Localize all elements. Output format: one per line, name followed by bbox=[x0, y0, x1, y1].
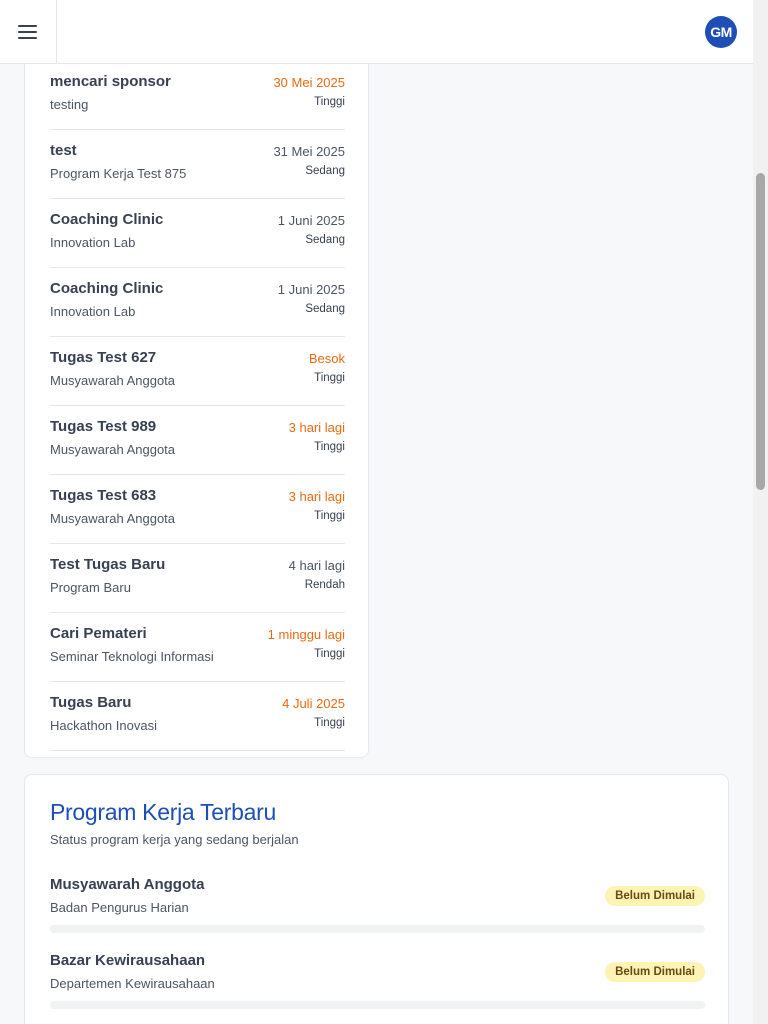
task-program: Hackathon Inovasi bbox=[50, 718, 157, 733]
task-due-date: 30 Mei 2025 bbox=[273, 75, 345, 90]
status-badge: Belum Dimulai bbox=[605, 962, 705, 982]
task-item[interactable]: Tugas Baru Hackathon Inovasi 4 Juli 2025… bbox=[50, 682, 345, 751]
task-program: testing bbox=[50, 97, 89, 112]
recent-programs-card: Program Kerja Terbaru Status program ker… bbox=[24, 774, 729, 1024]
task-title: mencari sponsor bbox=[50, 73, 171, 90]
task-title: Tugas Test 989 bbox=[50, 418, 157, 435]
task-due-date: 31 Mei 2025 bbox=[273, 144, 345, 159]
task-program: Innovation Lab bbox=[50, 235, 136, 250]
task-title: Tugas Test 627 bbox=[50, 349, 157, 366]
main-content: mencari sponsor testing 30 Mei 2025 Ting… bbox=[0, 0, 753, 1024]
task-title: Coaching Clinic bbox=[50, 280, 164, 297]
task-item[interactable]: Test Tugas Baru Program Baru 4 hari lagi… bbox=[50, 544, 345, 613]
task-due-date: Besok bbox=[308, 351, 345, 366]
task-due-date: 1 minggu lagi bbox=[267, 627, 345, 642]
task-title: Coaching Clinic bbox=[50, 211, 164, 228]
task-priority: Sedang bbox=[305, 234, 345, 246]
task-title: test bbox=[50, 142, 77, 159]
program-item[interactable]: Musyawarah Anggota Badan Pengurus Harian… bbox=[50, 876, 705, 936]
task-priority: Tinggi bbox=[314, 648, 345, 660]
task-program: Musyawarah Anggota bbox=[50, 511, 176, 526]
task-priority: Tinggi bbox=[314, 372, 345, 384]
vertical-scrollbar[interactable] bbox=[753, 0, 768, 1024]
menu-toggle-button[interactable] bbox=[0, 0, 57, 63]
task-due-date: 4 Juli 2025 bbox=[282, 696, 345, 711]
task-item[interactable]: mencari sponsor testing 30 Mei 2025 Ting… bbox=[50, 61, 345, 130]
task-program: Innovation Lab bbox=[50, 304, 136, 319]
program-department: Departemen Kewirausahaan bbox=[50, 976, 215, 991]
program-name: Musyawarah Anggota bbox=[50, 876, 205, 893]
task-priority: Tinggi bbox=[314, 717, 345, 729]
section-description: Status program kerja yang sedang berjala… bbox=[50, 832, 299, 847]
progress-bar bbox=[50, 1001, 705, 1009]
program-name: Bazar Kewirausahaan bbox=[50, 952, 206, 969]
scrollbar-thumb[interactable] bbox=[756, 173, 765, 490]
section-title: Program Kerja Terbaru bbox=[50, 799, 276, 825]
task-due-date: 1 Juni 2025 bbox=[277, 213, 345, 228]
task-priority: Tinggi bbox=[314, 441, 345, 453]
task-title: Tugas Test 683 bbox=[50, 487, 157, 504]
task-program: Program Kerja Test 875 bbox=[50, 166, 187, 181]
task-title: Tugas Baru bbox=[50, 694, 132, 711]
task-title: Test Tugas Baru bbox=[50, 556, 166, 573]
user-avatar[interactable]: GM bbox=[705, 16, 737, 48]
program-department: Badan Pengurus Harian bbox=[50, 900, 189, 915]
task-due-date: 4 hari lagi bbox=[288, 558, 345, 573]
task-priority: Sedang bbox=[305, 165, 345, 177]
task-due-date: 3 hari lagi bbox=[288, 420, 345, 435]
task-priority: Tinggi bbox=[314, 96, 345, 108]
task-program: Musyawarah Anggota bbox=[50, 373, 176, 388]
task-due-date: 3 hari lagi bbox=[288, 489, 345, 504]
task-due-date: 1 Juni 2025 bbox=[277, 282, 345, 297]
task-title: Cari Pemateri bbox=[50, 625, 147, 642]
hamburger-menu-icon bbox=[18, 24, 38, 40]
task-item[interactable]: Coaching Clinic Innovation Lab 1 Juni 20… bbox=[50, 199, 345, 268]
task-priority: Sedang bbox=[305, 303, 345, 315]
top-navbar: GM bbox=[0, 0, 753, 64]
task-program: Seminar Teknologi Informasi bbox=[50, 649, 214, 664]
task-item[interactable]: Cari Pemateri Seminar Teknologi Informas… bbox=[50, 613, 345, 682]
task-priority: Tinggi bbox=[314, 510, 345, 522]
task-list: mencari sponsor testing 30 Mei 2025 Ting… bbox=[50, 61, 345, 751]
task-item[interactable]: Coaching Clinic Innovation Lab 1 Juni 20… bbox=[50, 268, 345, 337]
upcoming-tasks-card: mencari sponsor testing 30 Mei 2025 Ting… bbox=[24, 24, 369, 758]
progress-bar bbox=[50, 925, 705, 933]
status-badge: Belum Dimulai bbox=[605, 886, 705, 906]
task-program: Musyawarah Anggota bbox=[50, 442, 176, 457]
task-item[interactable]: Tugas Test 627 Musyawarah Anggota Besok … bbox=[50, 337, 345, 406]
program-item[interactable]: Bazar Kewirausahaan Departemen Kewirausa… bbox=[50, 952, 705, 1012]
task-item[interactable]: Tugas Test 989 Musyawarah Anggota 3 hari… bbox=[50, 406, 345, 475]
task-item[interactable]: Tugas Test 683 Musyawarah Anggota 3 hari… bbox=[50, 475, 345, 544]
task-priority: Rendah bbox=[304, 579, 345, 591]
task-program: Program Baru bbox=[50, 580, 131, 595]
task-item[interactable]: test Program Kerja Test 875 31 Mei 2025 … bbox=[50, 130, 345, 199]
